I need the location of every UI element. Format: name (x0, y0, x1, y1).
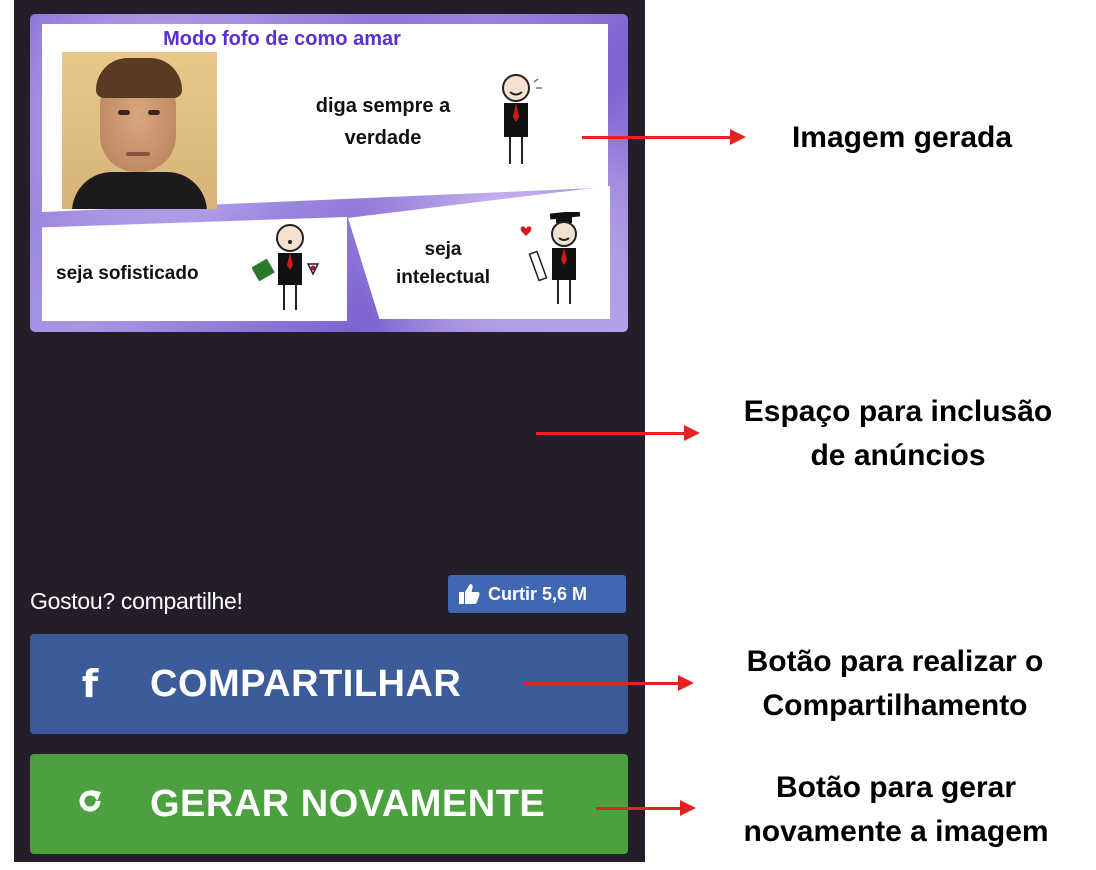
annotation-image: Imagem gerada (791, 121, 1013, 154)
image-title: Modo fofo de como amar (163, 28, 401, 50)
arrow-ads (536, 425, 700, 441)
regenerate-button[interactable]: GERAR NOVAMENTE (30, 754, 628, 854)
cartoon-figure-wine-icon (252, 224, 320, 310)
annotation-regen: Botão para gerar novamente a imagem (743, 771, 1049, 848)
quote-intellectual: seja intelectual (396, 239, 490, 288)
arrow-share (524, 675, 694, 691)
thumbs-up-icon (459, 584, 480, 604)
regenerate-button-label: GERAR NOVAMENTE (150, 782, 546, 825)
arrow-regen (596, 800, 696, 816)
cartoon-figure-icon (502, 74, 542, 164)
quote-sophisticated: seja sofisticado (56, 263, 199, 284)
annotation-ads: Espaço para inclusão de anúncios (743, 395, 1053, 472)
profile-photo (62, 52, 217, 209)
like-button[interactable]: Curtir 5,6 M (448, 575, 626, 613)
share-button-label: COMPARTILHAR (150, 662, 462, 705)
quote-truth: diga sempre a verdade (315, 95, 451, 149)
refresh-icon (30, 783, 150, 826)
facebook-icon: f (81, 662, 99, 706)
arrow-image (582, 129, 746, 145)
generated-image: Modo fofo de como amar diga sempre a ver… (30, 14, 628, 332)
annotation-share: Botão para realizar o Compartilhamento (746, 645, 1044, 722)
ad-space (30, 340, 628, 572)
like-label: Curtir 5,6 M (488, 583, 588, 604)
cartoon-figure-graduate-icon (520, 212, 581, 304)
share-prompt: Gostou? compartilhe! (30, 588, 243, 614)
app-panel: Modo fofo de como amar diga sempre a ver… (14, 0, 645, 862)
